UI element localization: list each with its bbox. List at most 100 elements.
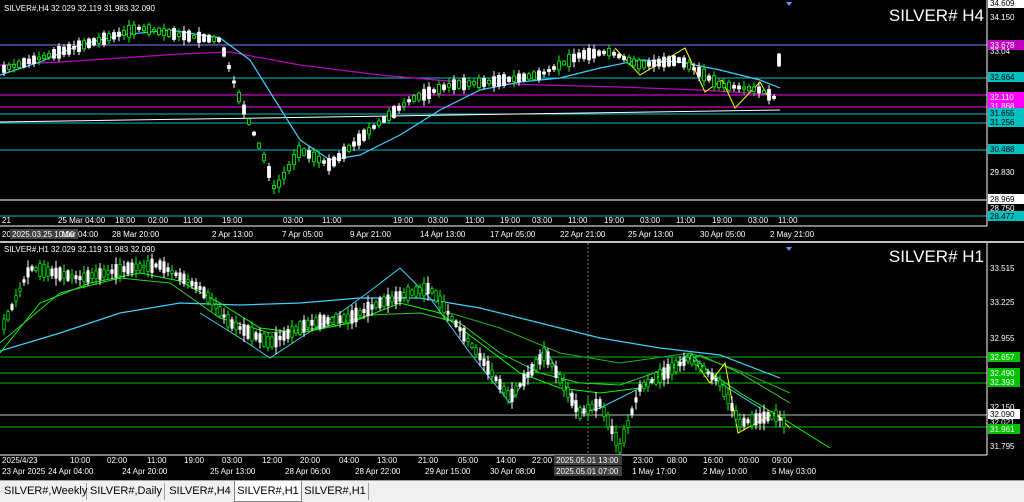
h4-candle-body	[2, 64, 6, 73]
h1-time-label: 23:00	[633, 456, 654, 465]
h1-candle-body	[14, 295, 18, 302]
h4-candle-body	[642, 60, 646, 69]
tab-silver-daily[interactable]: SILVER#,Daily	[88, 483, 165, 500]
h4-candle-body	[582, 50, 586, 60]
h1-candle-body	[642, 382, 646, 389]
h1-candle-body	[94, 270, 98, 280]
h4-candle-body	[507, 76, 511, 82]
h1-price-label: 31.795	[990, 442, 1015, 451]
h4-candle-body	[167, 29, 171, 37]
h4-candle-body	[747, 85, 751, 92]
h4-candle-body	[597, 50, 601, 56]
h4-candle-body	[112, 32, 116, 40]
h4-candle-body	[7, 64, 11, 70]
h4-candle-body	[572, 53, 576, 63]
h1-candle-body	[458, 327, 462, 332]
h4-time-label: 11:00	[676, 216, 696, 225]
h4-candle-body	[672, 55, 676, 66]
h1-candle-body	[330, 317, 334, 324]
h4-candle-body	[602, 50, 606, 55]
h4-candle-body	[457, 79, 461, 89]
h1-candle-body	[214, 304, 218, 310]
h4-time-label: 03:00	[532, 216, 553, 225]
h4-time-label: 03:00	[283, 216, 304, 225]
h4-candle-body	[187, 30, 191, 42]
h1-candle-body	[382, 296, 386, 307]
h4-candle-body	[367, 127, 371, 135]
h1-time-label: 05:00	[458, 456, 479, 465]
h1-candle-body	[142, 265, 146, 269]
h4-candle-body	[417, 92, 421, 101]
h4-candle-body	[27, 58, 31, 64]
h1-candle-body	[522, 373, 526, 387]
h1-candle-body	[258, 333, 262, 343]
h1-chart-canvas[interactable]: 33.51533.22532.95532.65732.49032.39332.1…	[0, 243, 1024, 480]
h1-candle-body	[590, 403, 594, 411]
h1-candle-body	[402, 292, 406, 298]
h4-candle-body	[567, 54, 571, 67]
h1-time-label-secondary: 28 Apr 06:00	[285, 467, 331, 476]
h1-candle-body	[770, 411, 774, 420]
h1-time-label: 02:00	[107, 456, 128, 465]
h1-candle-body	[154, 263, 158, 268]
h4-candle-body	[427, 86, 431, 100]
h1-candle-body	[394, 291, 398, 304]
h1-candle-body	[410, 289, 414, 296]
h1-candle-body	[294, 326, 298, 334]
h1-time-label-secondary: 2025.05.01 07:00	[556, 467, 619, 476]
tab-silver-weekly[interactable]: SILVER#,Weekly	[4, 483, 87, 500]
h1-scroll-marker-icon	[786, 247, 792, 251]
tab-silver-h1[interactable]: SILVER#,H1	[302, 483, 369, 500]
h4-candle-body	[247, 118, 251, 125]
h1-time-label: 2025/4/23	[2, 456, 38, 465]
h4-candle-body	[297, 145, 301, 158]
h1-candle-body	[498, 378, 502, 390]
h4-candle-body	[647, 61, 651, 67]
h4-candle-body	[707, 75, 711, 81]
h4-time-label-secondary: Mar 04:00	[62, 230, 99, 239]
h4-candle-body	[222, 47, 226, 57]
h4-time-label-secondary: 28 Mar 20:00	[112, 230, 160, 239]
h1-candle-body	[502, 386, 506, 394]
h4-candle-body	[697, 66, 701, 77]
h1-candle-body	[338, 315, 342, 324]
h1-price-label: 33.225	[990, 298, 1015, 307]
h4-candle-body	[207, 34, 211, 43]
tab-silver-h4[interactable]: SILVER#,H4	[166, 483, 235, 500]
h1-candle-body	[254, 332, 258, 340]
h4-time-label: 03:00	[640, 216, 661, 225]
h1-candle-body	[38, 263, 42, 277]
h1-candle-body	[2, 318, 6, 331]
h1-candle-body	[506, 390, 510, 401]
h4-time-label: 18:00	[115, 216, 136, 225]
h1-chart-pane[interactable]: 33.515 33.225 32.955 32.657 32.490 32.393 32.1…	[0, 243, 1024, 480]
h1-candle-body	[406, 286, 410, 301]
h1-candle-body	[310, 319, 314, 326]
h4-candle-body	[477, 77, 481, 88]
h4-candle-body	[117, 31, 121, 37]
h4-time-label: 11:00	[322, 216, 342, 225]
h1-candle-body	[274, 332, 278, 348]
h4-candle-body	[677, 57, 681, 63]
h4-candle-body	[72, 46, 76, 50]
h4-candle-body	[47, 52, 51, 58]
h1-candle-body	[678, 361, 682, 367]
h4-candle-body	[337, 153, 341, 162]
h4-time-label: 11:00	[778, 216, 798, 225]
h1-candle-body	[358, 310, 362, 316]
h4-time-label: 03:00	[748, 216, 769, 225]
h1-time-label-secondary: 29 Apr 15:00	[425, 467, 471, 476]
h4-candle-body	[437, 84, 441, 95]
h1-candle-body	[342, 314, 346, 324]
h1-ohlc-info: SILVER#,H1 32.029 32.119 31.983 32.090	[4, 245, 155, 254]
h4-candle-body	[717, 80, 721, 88]
h4-candle-body	[382, 116, 386, 123]
h4-candle-body	[77, 40, 81, 53]
h4-chart-canvas[interactable]: 34.60934.15033.67833.0432.66432.11031.86…	[0, 0, 1024, 242]
tab-silver-h1-active[interactable]: SILVER#,H1	[234, 481, 302, 502]
h4-candle-body	[767, 89, 771, 101]
h4-candle-body	[282, 171, 286, 180]
h4-chart-pane[interactable]: 34.609 34.150 33.678 33.04 32.664 32.110 31.86…	[0, 0, 1024, 242]
h1-candle-body	[242, 324, 246, 336]
h4-scroll-marker-icon	[786, 2, 792, 6]
